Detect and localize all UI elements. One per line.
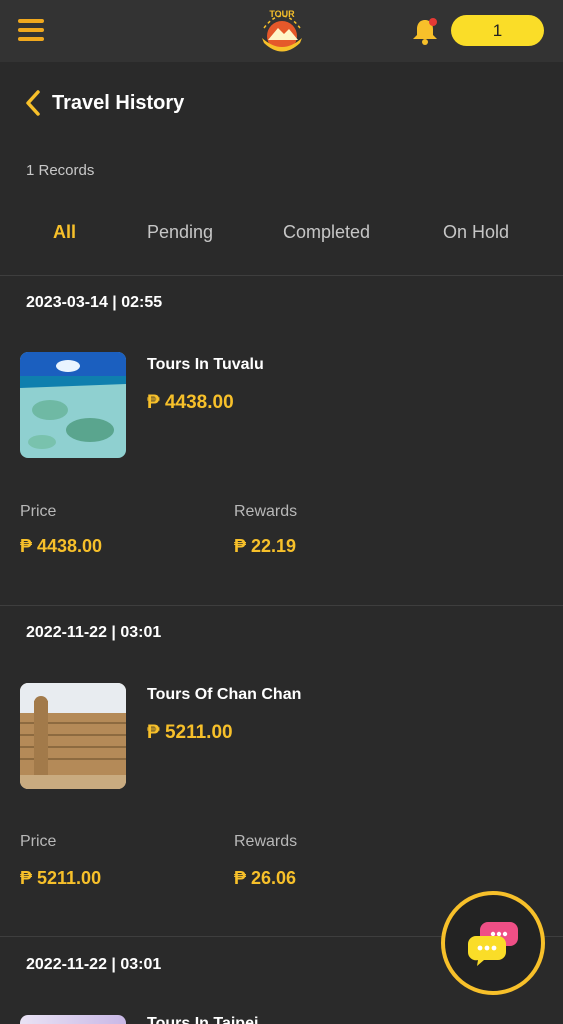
- chat-bubbles-icon: [467, 922, 518, 966]
- record-datetime: 2023-03-14 | 02:55: [26, 294, 163, 311]
- tab-completed[interactable]: Completed: [283, 222, 370, 243]
- price-value: ₱ 5211.00: [20, 868, 102, 888]
- record-thumbnail[interactable]: [20, 1015, 126, 1024]
- price-label: Price: [20, 833, 57, 850]
- hamburger-icon[interactable]: [18, 19, 44, 41]
- record-thumbnail[interactable]: [20, 683, 126, 789]
- rewards-value: ₱ 26.06: [234, 868, 297, 888]
- chat-button[interactable]: [441, 891, 545, 995]
- history-record[interactable]: 2022-11-22 | 03:01 Tours Of Chan Chan ₱ …: [0, 606, 563, 936]
- bell-icon[interactable]: [410, 16, 440, 46]
- history-record[interactable]: 2023-03-14 | 02:55 Tours In Tuvalu ₱ 443…: [0, 276, 563, 605]
- tab-all[interactable]: All: [53, 222, 76, 243]
- page-title: Travel History: [52, 91, 185, 114]
- record-thumbnail[interactable]: [20, 352, 126, 458]
- record-datetime: 2022-11-22 | 03:01: [26, 624, 162, 641]
- rewards-value: ₱ 22.19: [234, 536, 297, 556]
- page-header: Travel History: [22, 86, 184, 120]
- record-datetime: 2022-11-22 | 03:01: [26, 956, 162, 973]
- record-tour-name: Tours In Taipei: [147, 1015, 259, 1024]
- rewards-label: Rewards: [234, 503, 298, 520]
- record-amount: ₱ 5211.00: [147, 722, 233, 743]
- status-tabs: All Pending Completed On Hold: [0, 210, 563, 254]
- record-count: 1 Records: [26, 162, 95, 179]
- price-value: ₱ 4438.00: [20, 536, 103, 556]
- chevron-left-icon[interactable]: [22, 88, 44, 118]
- tour-logo[interactable]: TOUR: [256, 6, 308, 54]
- top-bar: TOUR 1: [0, 0, 563, 62]
- rewards-label: Rewards: [234, 833, 298, 850]
- logo-text: TOUR: [269, 9, 295, 19]
- tab-on-hold[interactable]: On Hold: [443, 222, 509, 243]
- price-label: Price: [20, 503, 57, 520]
- balance-pill[interactable]: 1: [451, 15, 544, 46]
- record-tour-name: Tours Of Chan Chan: [147, 686, 302, 703]
- tab-pending[interactable]: Pending: [147, 222, 213, 243]
- record-tour-name: Tours In Tuvalu: [147, 356, 264, 373]
- record-amount: ₱ 4438.00: [147, 392, 234, 413]
